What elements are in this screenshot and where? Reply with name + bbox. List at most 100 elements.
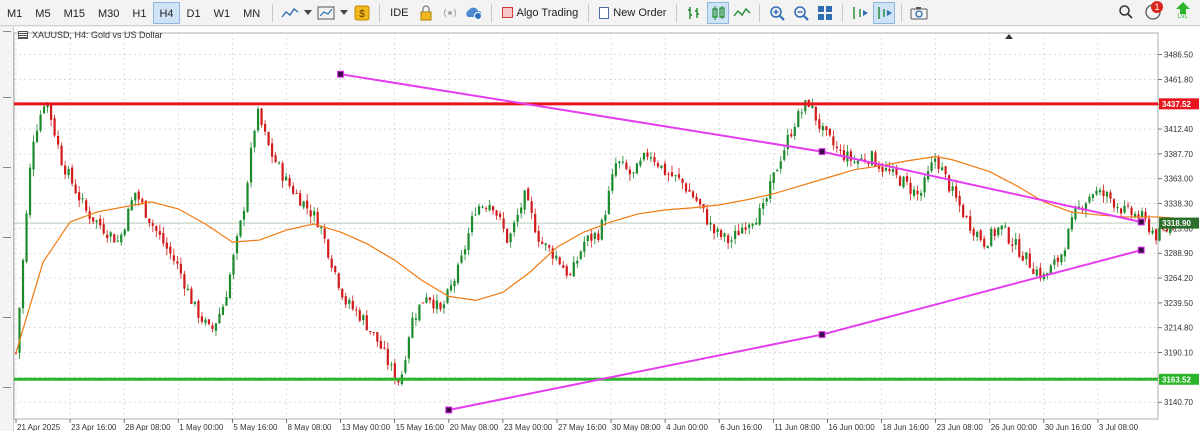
timeframe-d1[interactable]: D1	[181, 2, 207, 24]
candle-bull	[1105, 192, 1109, 197]
candle-bear	[56, 135, 60, 145]
timeframe-mn[interactable]: MN	[237, 2, 266, 24]
candle-bear	[327, 239, 330, 258]
candle-bull	[1116, 207, 1119, 209]
candle-bull	[320, 227, 323, 229]
zoom-out-icon[interactable]	[790, 2, 812, 24]
price-tick-label: 3140.70	[1164, 398, 1193, 407]
candle-bear	[1028, 253, 1031, 268]
bar-chart-icon[interactable]	[683, 2, 705, 24]
candle-bear	[1119, 208, 1123, 214]
candle-bull	[246, 182, 249, 212]
candle-bear	[295, 192, 298, 194]
candle-bull	[583, 241, 586, 252]
timeframe-w1[interactable]: W1	[208, 2, 237, 24]
time-tick-label: 5 May 16:00	[233, 423, 278, 431]
autoscroll-icon[interactable]	[873, 1, 896, 24]
time-tick-label: 23 Apr 16:00	[71, 423, 117, 431]
candle-bull	[797, 111, 800, 128]
candle-bear	[263, 123, 267, 132]
screenshot-icon[interactable]	[908, 2, 930, 24]
line-type-icon[interactable]	[731, 2, 753, 24]
candle-bull	[579, 251, 582, 260]
candle-bear	[421, 302, 425, 304]
notifications-button[interactable]: 1	[1144, 0, 1164, 21]
timeframe-h4[interactable]: H4	[153, 1, 180, 24]
templates-icon[interactable]	[315, 2, 337, 24]
candle-bull	[520, 207, 523, 214]
candle-bull	[1158, 228, 1161, 241]
timeframe-m15[interactable]: M15	[58, 2, 91, 24]
level-indicator[interactable]: LVL	[1174, 2, 1192, 21]
candle-bear	[1056, 257, 1059, 262]
line-chart-icon[interactable]	[279, 2, 301, 24]
cloud-icon[interactable]	[463, 2, 485, 24]
signal-icon[interactable]	[439, 2, 461, 24]
candle-bull	[509, 233, 512, 243]
candle-bull	[1053, 259, 1056, 265]
candle-bull	[116, 240, 119, 242]
candle-bull	[28, 167, 32, 215]
price-chart[interactable]: 3486.503461.803437.103412.403387.703363.…	[0, 27, 1200, 431]
collapse-panel-icon[interactable]	[1004, 29, 1014, 39]
algo-trading-button[interactable]: Algo Trading	[497, 2, 584, 24]
timeframe-m5[interactable]: M5	[29, 2, 56, 24]
timeframe-h1[interactable]: H1	[126, 2, 152, 24]
price-tick-label: 3214.80	[1164, 324, 1193, 333]
candle-bull	[134, 192, 137, 201]
candle-bull	[607, 190, 610, 214]
templates-dropdown-icon[interactable]	[339, 2, 349, 24]
candle-bear	[341, 288, 344, 298]
timeframe-group: M1 M5 M15 M30 H1 H4 D1 W1 MN	[1, 1, 267, 24]
candle-bear	[1021, 255, 1024, 261]
chart-type-dropdown-icon[interactable]	[303, 2, 313, 24]
toolbar-separator	[901, 3, 903, 22]
candle-bull	[765, 198, 768, 202]
candle-bull	[477, 206, 481, 215]
chart-window[interactable]: 3486.503461.803437.103412.403387.703363.…	[0, 27, 1200, 431]
candle-bull	[186, 288, 189, 291]
candle-bear	[151, 223, 154, 226]
candle-bull	[811, 105, 814, 108]
candle-bear	[712, 224, 716, 234]
candle-bear	[653, 157, 656, 163]
candle-bull	[1004, 226, 1007, 228]
new-order-button[interactable]: New Order	[594, 2, 671, 24]
candle-bear	[1165, 229, 1168, 232]
search-icon[interactable]	[1118, 4, 1134, 20]
candle-bull	[460, 255, 463, 263]
candle-bull	[783, 150, 786, 160]
timeframe-m30[interactable]: M30	[92, 2, 125, 24]
candle-bear	[162, 233, 165, 244]
candle-bear	[379, 340, 382, 349]
candle-bear	[383, 347, 386, 349]
candle-bear	[832, 136, 835, 146]
candlestick-icon[interactable]	[707, 1, 730, 24]
candle-bull	[488, 204, 491, 211]
candle-bull	[941, 167, 944, 171]
candle-bear	[155, 226, 158, 232]
candle-bull	[302, 201, 305, 208]
candle-bull	[734, 230, 737, 239]
candle-bull	[414, 318, 418, 320]
candle-bear	[663, 163, 667, 175]
timeframe-m1[interactable]: M1	[1, 2, 28, 24]
candle-bear	[1147, 218, 1151, 233]
candle-bear	[670, 172, 674, 177]
ide-button[interactable]: IDE	[385, 2, 413, 24]
candle-bull	[242, 210, 246, 220]
candle-bear	[948, 175, 951, 192]
candle-bull	[632, 172, 635, 174]
price-tick-label: 3338.30	[1164, 200, 1193, 209]
candle-bear	[965, 215, 968, 217]
candle-bull	[1088, 196, 1091, 203]
lock-icon[interactable]	[415, 2, 437, 24]
tile-windows-icon[interactable]	[814, 2, 836, 24]
candle-bull	[604, 214, 607, 221]
zoom-in-icon[interactable]	[766, 2, 788, 24]
candle-bear	[306, 200, 309, 209]
chart-menu-icon[interactable]	[18, 31, 28, 39]
candle-bull	[225, 297, 228, 306]
chart-shift-icon[interactable]	[849, 2, 871, 24]
dollar-icon[interactable]: $	[351, 2, 373, 24]
